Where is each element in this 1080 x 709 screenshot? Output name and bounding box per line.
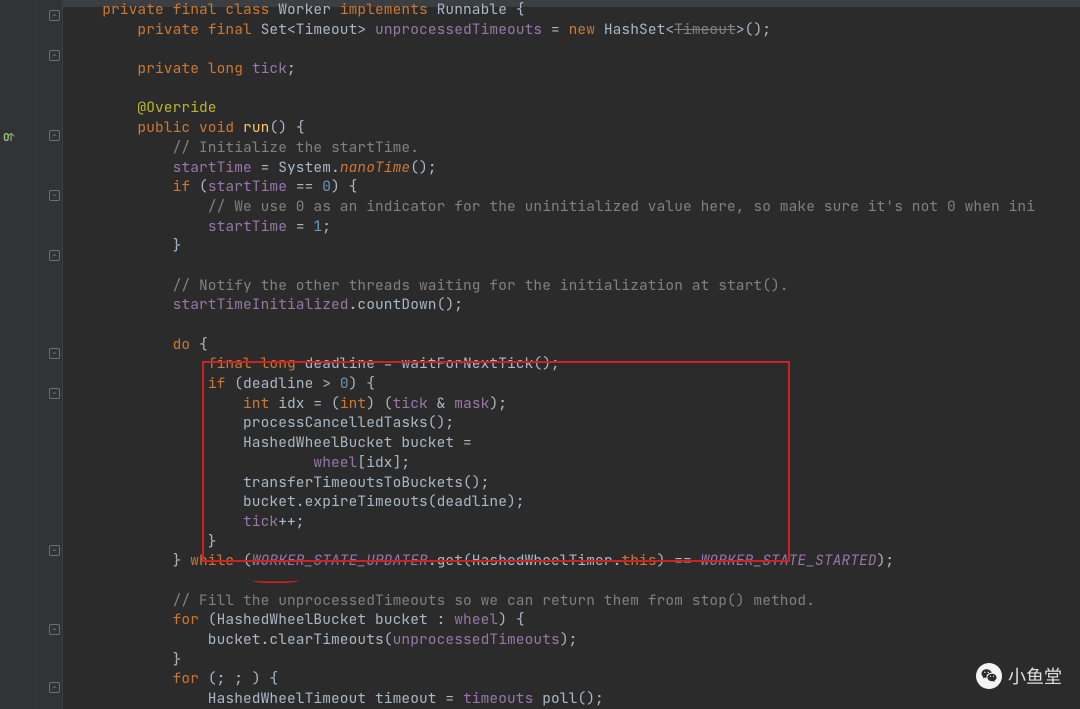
code-line[interactable]: processCancelledTasks();: [67, 413, 1080, 433]
code-line[interactable]: for (HashedWheelBucket bucket : wheel) {: [67, 610, 1080, 630]
fold-marker[interactable]: [49, 388, 60, 399]
code-line[interactable]: HashedWheelTimeout timeout = timeouts po…: [67, 689, 1080, 709]
code-line[interactable]: startTime = System.nanoTime();: [67, 158, 1080, 178]
code-line[interactable]: [67, 256, 1080, 276]
override-gutter-icon[interactable]: [3, 131, 12, 145]
code-line[interactable]: if (deadline > 0) {: [67, 374, 1080, 394]
code-line[interactable]: transferTimeoutsToBuckets();: [67, 473, 1080, 493]
code-line[interactable]: tick++;: [67, 512, 1080, 532]
code-line[interactable]: private final Set<Timeout> unprocessedTi…: [67, 20, 1080, 40]
code-line[interactable]: [67, 571, 1080, 591]
editor-area: private final class Worker implements Ru…: [0, 0, 1080, 709]
code-line[interactable]: final long deadline = waitForNextTick();: [67, 354, 1080, 374]
code-line[interactable]: }: [67, 650, 1080, 670]
code-line[interactable]: int idx = (int) (tick & mask);: [67, 394, 1080, 414]
code-line[interactable]: public void run() {: [67, 118, 1080, 138]
code-line[interactable]: [67, 79, 1080, 99]
code-line[interactable]: startTimeInitialized.countDown();: [67, 295, 1080, 315]
fold-marker[interactable]: [49, 10, 60, 21]
code-line[interactable]: bucket.clearTimeouts(unprocessedTimeouts…: [67, 630, 1080, 650]
code-line[interactable]: [67, 315, 1080, 335]
fold-marker[interactable]: [49, 545, 60, 556]
code-line[interactable]: for (; ; ) {: [67, 669, 1080, 689]
fold-marker[interactable]: [49, 682, 60, 693]
fold-marker[interactable]: [49, 250, 60, 261]
fold-marker[interactable]: [49, 624, 60, 635]
gutter-separator: [35, 0, 36, 709]
code-line[interactable]: bucket.expireTimeouts(deadline);: [67, 492, 1080, 512]
code-line[interactable]: // Notify the other threads waiting for …: [67, 276, 1080, 296]
code-line[interactable]: // Initialize the startTime.: [67, 138, 1080, 158]
code-line[interactable]: HashedWheelBucket bucket =: [67, 433, 1080, 453]
code-line[interactable]: [67, 39, 1080, 59]
code-line[interactable]: }: [67, 532, 1080, 552]
gutter[interactable]: [0, 0, 63, 709]
fold-marker[interactable]: [49, 50, 60, 61]
code-line[interactable]: // Fill the unprocessedTimeouts so we ca…: [67, 591, 1080, 611]
code-line[interactable]: private long tick;: [67, 59, 1080, 79]
code-line[interactable]: wheel[idx];: [67, 453, 1080, 473]
code-line[interactable]: if (startTime == 0) {: [67, 177, 1080, 197]
fold-marker[interactable]: [49, 190, 60, 201]
code-line[interactable]: @Override: [67, 98, 1080, 118]
code-area[interactable]: private final class Worker implements Ru…: [63, 0, 1080, 709]
code-line[interactable]: } while (WORKER_STATE_UPDATER.get(Hashed…: [67, 551, 1080, 571]
code-line[interactable]: }: [67, 236, 1080, 256]
fold-marker[interactable]: [49, 130, 60, 141]
code-line[interactable]: do {: [67, 335, 1080, 355]
code-line[interactable]: startTime = 1;: [67, 217, 1080, 237]
fold-marker[interactable]: [49, 348, 60, 359]
code-line[interactable]: // We use 0 as an indicator for the unin…: [67, 197, 1080, 217]
code-line[interactable]: private final class Worker implements Ru…: [67, 0, 1080, 20]
